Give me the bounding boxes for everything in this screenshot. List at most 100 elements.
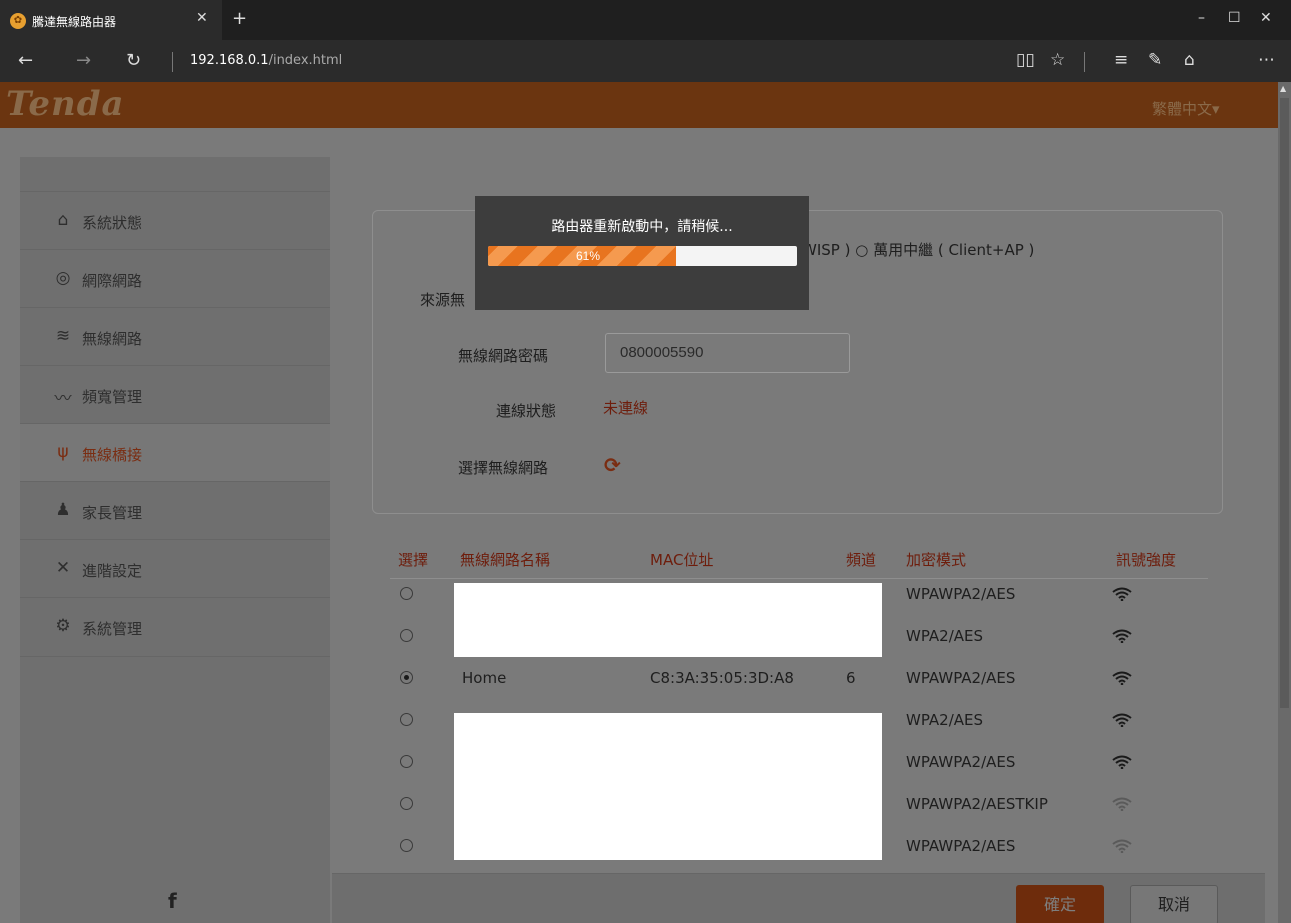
security-cell: WPA2/AES — [906, 711, 984, 729]
row-radio[interactable] — [400, 587, 413, 600]
parent-icon: ♟ — [55, 500, 71, 520]
select-network-label: 選擇無線網路 — [458, 459, 549, 477]
gear-icon: ⚙ — [55, 616, 71, 636]
connection-status-value: 未連線 — [603, 399, 649, 417]
sidebar-item-internet[interactable]: ◎ 網際網路 — [20, 249, 330, 307]
row-radio[interactable] — [400, 797, 413, 810]
sidebar-item-wireless[interactable]: ≋ 無線網路 — [20, 307, 330, 365]
sidebar-item-label: 無線橋接 — [82, 446, 143, 464]
reboot-message: 路由器重新啟動中，請稍候... — [551, 219, 733, 235]
language-selector[interactable]: 繁體中文▾ — [1152, 98, 1220, 119]
url-field[interactable]: 192.168.0.1/index.html — [190, 53, 342, 68]
security-cell: WPA2/AES — [906, 627, 984, 645]
sidebar-item-parental[interactable]: ♟ 家長管理 — [20, 481, 330, 539]
new-tab-button[interactable]: + — [232, 8, 247, 29]
password-field[interactable]: 0800005590 — [605, 333, 850, 373]
scroll-thumb[interactable] — [1280, 98, 1289, 708]
row-radio[interactable] — [400, 671, 413, 684]
mac-cell: C8:3A:35:05:3D:A8 — [650, 669, 794, 687]
share-icon[interactable]: ⌂ — [1184, 50, 1195, 70]
url-host: 192.168.0.1 — [190, 53, 269, 68]
sidebar-item-label: 進階設定 — [82, 562, 143, 580]
footer-bar: 確定 取消 — [332, 873, 1265, 923]
url-path: /index.html — [268, 53, 343, 68]
back-icon[interactable]: ← — [18, 50, 33, 71]
cancel-button[interactable]: 取消 — [1130, 885, 1218, 923]
reboot-progress-bar: 61% — [488, 246, 797, 266]
tools-icon: ✕ — [55, 558, 71, 578]
signal-strength-icon — [1112, 713, 1132, 727]
favorite-star-icon[interactable]: ☆ — [1050, 50, 1065, 70]
sidebar-item-label: 無線網路 — [82, 330, 143, 348]
password-label: 無線網路密碼 — [458, 347, 549, 365]
forward-icon[interactable]: → — [76, 50, 91, 71]
signal-strength-icon — [1112, 587, 1132, 601]
sidebar-item-label: 系統管理 — [82, 620, 143, 638]
channel-cell: 6 — [846, 669, 856, 687]
sidebar-item-wireless-bridge[interactable]: ψ 無線橋接 — [20, 423, 330, 481]
address-separator — [172, 52, 173, 72]
wifi-icon: ≋ — [55, 326, 71, 346]
browser-tab-bar: ✿ 騰達無線路由器 ✕ + – ☐ ✕ — [0, 0, 1291, 40]
close-window-button[interactable]: ✕ — [1260, 10, 1272, 26]
router-icon: ⌂ — [57, 210, 69, 230]
more-icon[interactable]: ⋯ — [1258, 50, 1275, 70]
signal-strength-icon — [1112, 839, 1132, 853]
web-note-icon[interactable]: ✎ — [1148, 50, 1162, 70]
row-radio[interactable] — [400, 629, 413, 642]
column-ssid: 無線網路名稱 — [460, 551, 551, 569]
row-radio[interactable] — [400, 713, 413, 726]
column-signal: 訊號強度 — [1116, 551, 1177, 569]
facebook-icon[interactable]: f — [168, 889, 177, 913]
maximize-button[interactable]: ☐ — [1228, 10, 1241, 26]
minimize-button[interactable]: – — [1198, 10, 1205, 26]
signal-strength-icon — [1112, 629, 1132, 643]
security-cell: WPAWPA2/AES — [906, 585, 1016, 603]
tab-close-icon[interactable]: ✕ — [196, 10, 208, 26]
reboot-dialog: 路由器重新啟動中，請稍候... 61% — [475, 196, 809, 310]
table-row[interactable]: Home C8:3A:35:05:3D:A8 6 WPAWPA2/AES — [390, 657, 1208, 699]
sidebar-item-label: 家長管理 — [82, 504, 143, 522]
sidebar: ⌂ 系統狀態 ◎ 網際網路 ≋ 無線網路 〰 頻寬管理 ψ 無線橋接 ♟ 家長管… — [20, 157, 330, 923]
sidebar-item-label: 頻寬管理 — [82, 388, 143, 406]
reading-view-icon[interactable]: ▯▯ — [1016, 50, 1035, 70]
globe-icon: ◎ — [55, 268, 71, 288]
redacted-area — [454, 713, 882, 860]
address-bar: ← → ↻ 192.168.0.1/index.html ▯▯ ☆ ≡ ✎ ⌂ … — [0, 40, 1291, 82]
security-cell: WPAWPA2/AESTKIP — [906, 795, 1048, 813]
page-header: Tenda 繁體中文▾ — [0, 82, 1278, 128]
ok-button[interactable]: 確定 — [1016, 885, 1104, 923]
row-radio[interactable] — [400, 839, 413, 852]
scroll-up-icon[interactable]: ▲ — [1280, 84, 1286, 93]
tenda-logo: Tenda — [6, 84, 125, 124]
bridge-mode-options[interactable]: WISP ) ○ 萬用中繼 ( Client+AP ) — [802, 239, 1034, 260]
scrollbar[interactable]: ▲ — [1278, 82, 1291, 923]
toolbar-separator — [1084, 52, 1085, 72]
redacted-area — [454, 583, 882, 657]
refresh-icon[interactable]: ↻ — [126, 50, 141, 71]
column-select: 選擇 — [398, 551, 429, 569]
antenna-icon: ψ — [57, 442, 69, 462]
sidebar-item-advanced[interactable]: ✕ 進階設定 — [20, 539, 330, 597]
browser-tab[interactable]: ✿ 騰達無線路由器 ✕ — [0, 0, 222, 40]
signal-strength-icon — [1112, 671, 1132, 685]
source-wireless-label: 來源無 — [420, 291, 466, 309]
hub-icon[interactable]: ≡ — [1114, 50, 1128, 70]
connection-status-label: 連線狀態 — [496, 402, 557, 420]
sidebar-item-label: 網際網路 — [82, 272, 143, 290]
ssid-cell: Home — [462, 669, 507, 687]
column-channel: 頻道 — [846, 551, 877, 569]
refresh-networks-icon[interactable]: ⟳ — [604, 453, 621, 477]
bandwidth-icon: 〰 — [54, 389, 72, 409]
progress-percent: 61% — [575, 249, 601, 263]
sidebar-item-system-management[interactable]: ⚙ 系統管理 — [20, 597, 330, 657]
sidebar-item-bandwidth[interactable]: 〰 頻寬管理 — [20, 365, 330, 423]
column-security: 加密模式 — [906, 551, 967, 569]
security-cell: WPAWPA2/AES — [906, 753, 1016, 771]
tab-title: 騰達無線路由器 — [32, 15, 117, 29]
sidebar-item-system-status[interactable]: ⌂ 系統狀態 — [20, 191, 330, 249]
favicon-icon: ✿ — [10, 13, 26, 29]
signal-strength-icon — [1112, 797, 1132, 811]
row-radio[interactable] — [400, 755, 413, 768]
signal-strength-icon — [1112, 755, 1132, 769]
